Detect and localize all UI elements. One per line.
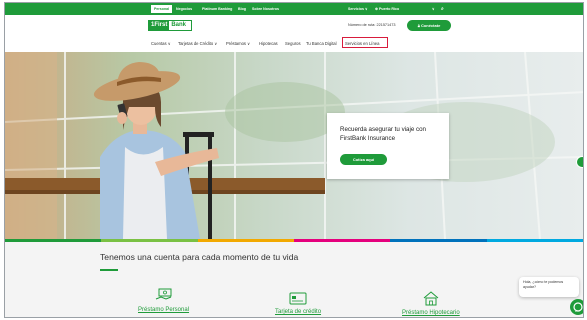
hero-banner: Recuerda asegurar tu viaje con FirstBank… <box>5 52 583 239</box>
segment-sobre-nosotros[interactable]: Sobre Nosotros <box>252 5 279 13</box>
connect-label: Conéctate <box>420 23 441 28</box>
product-personal-loan[interactable]: Préstamo Personal <box>138 287 189 313</box>
product-label: Préstamo Hipotecario <box>402 310 460 316</box>
segment-personal[interactable]: Personal <box>151 5 173 13</box>
accessibility-icon[interactable] <box>576 156 583 168</box>
chat-greeting-bubble[interactable]: Hola, ¿cómo te podemos ayudar? <box>519 277 579 297</box>
search-icon[interactable]: ⌕ <box>441 5 444 13</box>
nav-tarjetas[interactable]: Tarjetas de Crédito ∨ <box>178 41 217 46</box>
product-mortgage[interactable]: Préstamo Hipotecario <box>402 290 460 316</box>
region-chevron-icon[interactable]: ∨ <box>432 5 435 13</box>
segment-platinum-banking[interactable]: Platinum Banking <box>202 5 232 13</box>
nav-cuentas[interactable]: Cuentas ∨ <box>151 41 171 46</box>
chat-launcher-icon[interactable] <box>570 299 583 315</box>
promo-card: Recuerda asegurar tu viaje con FirstBank… <box>327 113 449 179</box>
product-label: Préstamo Personal <box>138 307 190 313</box>
nav-focus-highlight <box>342 37 388 48</box>
cash-hand-icon <box>155 288 172 300</box>
segment-blog[interactable]: Blog <box>238 5 246 13</box>
routing-number: Número de ruta: 221571473 <box>348 23 396 27</box>
chat-bubble-icon <box>573 302 583 312</box>
site-header: 1First Bank Número de ruta: 221571473 🔒︎… <box>5 15 583 53</box>
heading-underline <box>100 269 118 271</box>
product-credit-card[interactable]: Tarjeta de crédito <box>275 292 321 315</box>
nav-seguros[interactable]: Seguros <box>285 41 301 46</box>
hero-photo <box>5 52 583 239</box>
connect-button[interactable]: 🔒︎ Conéctate <box>407 20 451 31</box>
logo-bank: Bank <box>171 22 187 28</box>
browser-viewport: Personal Negocios Platinum Banking Blog … <box>4 2 584 318</box>
region-selector[interactable]: ⊕ Puerto Rico <box>375 5 399 13</box>
house-icon <box>423 291 439 306</box>
credit-card-icon <box>289 292 307 305</box>
nav-banca-digital[interactable]: Tu Banca Digital <box>306 41 337 46</box>
region-label: Puerto Rico <box>379 7 400 11</box>
chat-close-icon[interactable]: – <box>583 276 584 282</box>
logo-first: 1First <box>149 21 170 30</box>
section-heading: Tenemos una cuenta para cada momento de … <box>100 252 299 262</box>
quote-button[interactable]: Cotiza aquí <box>340 154 387 165</box>
segment-negocios[interactable]: Negocios <box>176 5 192 13</box>
promo-title: Recuerda asegurar tu viaje con FirstBank… <box>340 126 426 142</box>
nav-hipotecas[interactable]: Hipotecas <box>259 41 278 46</box>
product-label: Tarjeta de crédito <box>275 309 322 315</box>
top-utility-bar: Personal Negocios Platinum Banking Blog … <box>5 3 583 15</box>
accounts-section: Tenemos una cuenta para cada momento de … <box>5 242 583 317</box>
services-menu[interactable]: Servicios ∨ <box>348 5 368 13</box>
nav-prestamos[interactable]: Préstamos ∨ <box>226 41 250 46</box>
firstbank-logo[interactable]: 1First Bank <box>148 20 192 31</box>
